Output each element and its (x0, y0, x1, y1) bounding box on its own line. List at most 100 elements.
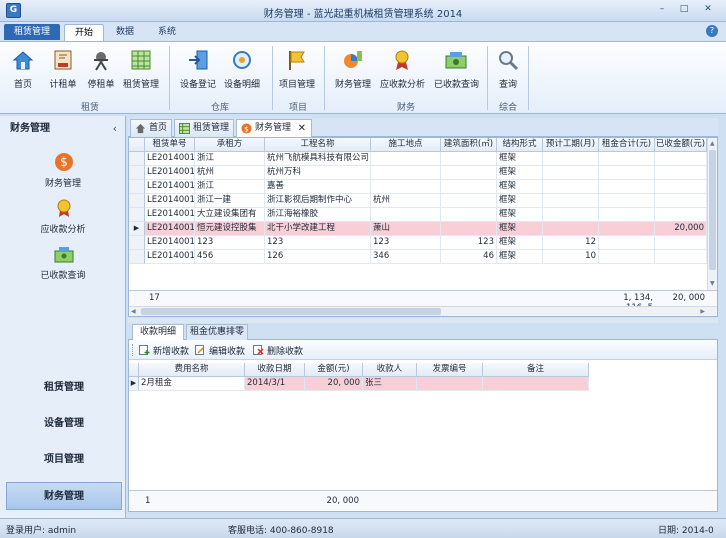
cell[interactable]: 346 (371, 250, 441, 264)
edit-payment-button[interactable]: 编辑收款 (195, 344, 245, 357)
query-button[interactable]: 查询 (496, 46, 520, 90)
sidebar-item-receivable[interactable]: 应收款分析 (0, 198, 126, 240)
col-header[interactable]: 已收金额(元) (655, 138, 707, 152)
sidebar-collapse-button[interactable]: ‹ (113, 116, 117, 142)
cell[interactable]: LE20140010 (145, 152, 195, 166)
cell[interactable]: LE20140012 (145, 180, 195, 194)
cell[interactable] (655, 166, 707, 180)
maximize-button[interactable]: □ (674, 3, 694, 17)
cell[interactable] (441, 152, 497, 166)
stop-rent-button[interactable]: 停租单 (84, 46, 118, 90)
tab-rent-discount[interactable]: 租金优惠排零 (186, 324, 248, 340)
scroll-thumb[interactable] (141, 308, 441, 315)
cell[interactable]: LE20140017 (145, 250, 195, 264)
cell[interactable]: 10 (543, 250, 599, 264)
cell[interactable] (543, 152, 599, 166)
cell[interactable] (371, 208, 441, 222)
cell[interactable]: 126 (265, 250, 371, 264)
receivable-analysis-button[interactable]: 应收款分析 (380, 46, 425, 90)
cell[interactable]: 框架 (497, 194, 543, 208)
cell[interactable]: 123 (195, 236, 265, 250)
scroll-up-icon[interactable]: ▲ (710, 140, 715, 147)
delete-payment-button[interactable]: 删除收款 (253, 344, 303, 357)
cell[interactable]: 萧山 (371, 222, 441, 236)
cell[interactable] (655, 152, 707, 166)
cell[interactable] (599, 180, 655, 194)
cell[interactable]: 123 (265, 236, 371, 250)
home-button[interactable]: 首页 (8, 46, 38, 90)
cell[interactable] (599, 208, 655, 222)
cell[interactable]: LE20140014 (145, 208, 195, 222)
cell[interactable] (655, 250, 707, 264)
cell[interactable]: 框架 (497, 166, 543, 180)
cell[interactable]: 框架 (497, 236, 543, 250)
project-management-button[interactable]: 项目管理 (279, 46, 315, 90)
col-header[interactable]: 施工地点 (371, 138, 441, 152)
row-indicator[interactable] (129, 250, 145, 264)
col-header[interactable]: 租赁单号 (145, 138, 195, 152)
col-header[interactable]: 结构形式 (497, 138, 543, 152)
scroll-down-icon[interactable]: ▼ (710, 280, 715, 287)
cell[interactable] (543, 222, 599, 236)
lease-grid[interactable]: 租赁单号 承租方 工程名称 施工地点 建筑面积(㎡) 结构形式 预计工期(月) … (128, 137, 718, 317)
cell[interactable]: 张三 (363, 377, 417, 391)
cell[interactable] (599, 166, 655, 180)
cell[interactable] (655, 194, 707, 208)
cell[interactable]: 46 (441, 250, 497, 264)
cell[interactable]: 框架 (497, 208, 543, 222)
grid-vertical-scrollbar[interactable]: ▲ ▼ (707, 138, 717, 290)
cell[interactable] (441, 194, 497, 208)
doc-tab-lease[interactable]: 租赁管理 (174, 119, 234, 137)
row-indicator[interactable] (129, 208, 145, 222)
col-header[interactable]: 费用名称 (139, 363, 245, 377)
cell[interactable] (655, 236, 707, 250)
cell[interactable] (417, 377, 483, 391)
cell[interactable] (483, 377, 589, 391)
cell[interactable]: 北干小学改建工程 (265, 222, 371, 236)
cell[interactable]: 杭州 (195, 166, 265, 180)
cell[interactable] (543, 194, 599, 208)
cell[interactable]: 浙江 (195, 152, 265, 166)
scroll-thumb[interactable] (709, 150, 716, 270)
cell[interactable] (599, 222, 655, 236)
cell[interactable] (371, 152, 441, 166)
selected-row-indicator[interactable]: ▶ (129, 222, 145, 236)
cell[interactable]: 大立建设集团有 (195, 208, 265, 222)
cell[interactable] (441, 180, 497, 194)
cell[interactable] (371, 166, 441, 180)
nav-equipment-management[interactable]: 设备管理 (6, 410, 122, 438)
selected-row-indicator[interactable]: ▶ (129, 377, 139, 391)
cell[interactable] (655, 180, 707, 194)
cell[interactable]: LE20140013 (145, 194, 195, 208)
cell[interactable] (599, 194, 655, 208)
cell[interactable]: 2014/3/1 (245, 377, 305, 391)
cell[interactable]: 杭州飞航模具科技有限公司 (265, 152, 371, 166)
cell[interactable]: 123 (371, 236, 441, 250)
col-header[interactable]: 工程名称 (265, 138, 371, 152)
doc-tab-home[interactable]: 首页 (130, 119, 172, 137)
row-indicator[interactable] (129, 194, 145, 208)
equipment-register-button[interactable]: 设备登记 (180, 46, 216, 90)
col-header[interactable]: 预计工期(月) (543, 138, 599, 152)
col-header[interactable]: 承租方 (195, 138, 265, 152)
cell[interactable]: LE20140015 (145, 222, 195, 236)
cell[interactable] (543, 166, 599, 180)
col-header[interactable]: 发票编号 (417, 363, 483, 377)
cell[interactable] (599, 250, 655, 264)
cell[interactable]: LE20140016 (145, 236, 195, 250)
tab-data[interactable]: 数据 (108, 24, 142, 41)
received-query-button[interactable]: 已收款查询 (434, 46, 479, 90)
cell[interactable]: LE20140011 (145, 166, 195, 180)
nav-finance-management[interactable]: 财务管理 (6, 482, 122, 510)
doc-tab-finance[interactable]: $ 财务管理 ✕ (236, 119, 312, 137)
cell[interactable] (543, 180, 599, 194)
tab-system[interactable]: 系统 (150, 24, 184, 41)
cell[interactable]: 框架 (497, 152, 543, 166)
cell[interactable]: 123 (441, 236, 497, 250)
cell[interactable] (599, 236, 655, 250)
cell[interactable]: 嘉善 (265, 180, 371, 194)
cell[interactable] (599, 152, 655, 166)
sidebar-item-received[interactable]: 已收款查询 (0, 244, 126, 286)
rent-order-button[interactable]: 计租单 (46, 46, 80, 90)
cell[interactable]: 12 (543, 236, 599, 250)
